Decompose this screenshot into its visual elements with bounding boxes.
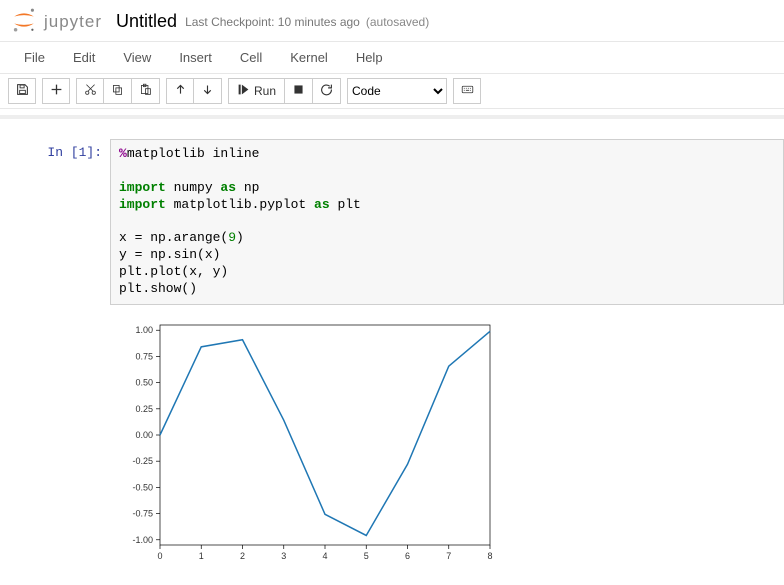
svg-text:-0.25: -0.25 <box>132 456 153 466</box>
svg-text:2: 2 <box>240 551 245 561</box>
move-down-button[interactable] <box>194 78 222 104</box>
notebook-container: In [1]: %matplotlib inline import numpy … <box>0 115 784 585</box>
svg-text:-0.75: -0.75 <box>132 509 153 519</box>
paste-icon <box>139 83 152 99</box>
celltype-select[interactable]: Code <box>347 78 447 104</box>
svg-text:1: 1 <box>199 551 204 561</box>
input-prompt: In [1]: <box>20 139 110 305</box>
svg-text:0.75: 0.75 <box>135 351 153 361</box>
notebook-title[interactable]: Untitled <box>116 11 177 32</box>
header: jupyter Untitled Last Checkpoint: 10 min… <box>0 0 784 41</box>
menubar: FileEditViewInsertCellKernelHelp <box>0 41 784 74</box>
svg-text:7: 7 <box>446 551 451 561</box>
menu-item-help[interactable]: Help <box>342 42 397 73</box>
output-cell: -1.00 -0.75 -0.50 -0.25 0.00 0.25 0.50 0.75 1.00… <box>20 315 784 565</box>
run-label: Run <box>254 84 276 98</box>
arrow-down-icon <box>201 83 214 99</box>
menu-item-kernel[interactable]: Kernel <box>276 42 342 73</box>
svg-text:0: 0 <box>157 551 162 561</box>
save-icon <box>16 83 29 99</box>
insert-cell-button[interactable] <box>42 78 70 104</box>
restart-icon <box>320 83 333 99</box>
stop-icon <box>292 83 305 99</box>
plus-icon <box>50 83 63 99</box>
copy-button[interactable] <box>104 78 132 104</box>
svg-text:-0.50: -0.50 <box>132 482 153 492</box>
menu-item-file[interactable]: File <box>10 42 59 73</box>
save-button[interactable] <box>8 78 36 104</box>
run-icon <box>237 83 250 99</box>
interrupt-button[interactable] <box>285 78 313 104</box>
menu-item-edit[interactable]: Edit <box>59 42 109 73</box>
svg-text:1.00: 1.00 <box>135 325 153 335</box>
checkpoint-text: Last Checkpoint: 10 minutes ago <box>185 15 360 29</box>
arrow-up-icon <box>174 83 187 99</box>
restart-button[interactable] <box>313 78 341 104</box>
copy-icon <box>111 83 124 99</box>
code-cell[interactable]: In [1]: %matplotlib inline import numpy … <box>20 139 784 305</box>
cut-button[interactable] <box>76 78 104 104</box>
scissors-icon <box>84 83 97 99</box>
jupyter-icon <box>10 6 38 37</box>
svg-text:3: 3 <box>281 551 286 561</box>
svg-text:8: 8 <box>487 551 492 561</box>
run-button[interactable]: Run <box>228 78 285 104</box>
code-input-area[interactable]: %matplotlib inline import numpy as np im… <box>110 139 784 305</box>
toolbar: Run Code <box>0 74 784 109</box>
logo-text: jupyter <box>44 12 102 32</box>
svg-text:-1.00: -1.00 <box>132 535 153 545</box>
paste-button[interactable] <box>132 78 160 104</box>
svg-text:4: 4 <box>322 551 327 561</box>
autosaved-text: (autosaved) <box>366 15 429 29</box>
svg-text:0.50: 0.50 <box>135 378 153 388</box>
jupyter-logo[interactable]: jupyter <box>10 6 102 37</box>
svg-text:0.25: 0.25 <box>135 404 153 414</box>
menu-item-view[interactable]: View <box>109 42 165 73</box>
svg-text:0.00: 0.00 <box>135 430 153 440</box>
output-chart: -1.00 -0.75 -0.50 -0.25 0.00 0.25 0.50 0.75 1.00… <box>110 315 500 565</box>
menu-item-insert[interactable]: Insert <box>165 42 226 73</box>
keyboard-icon <box>461 83 474 99</box>
svg-text:5: 5 <box>364 551 369 561</box>
command-palette-button[interactable] <box>453 78 481 104</box>
move-up-button[interactable] <box>166 78 194 104</box>
menu-item-cell[interactable]: Cell <box>226 42 276 73</box>
svg-text:6: 6 <box>405 551 410 561</box>
